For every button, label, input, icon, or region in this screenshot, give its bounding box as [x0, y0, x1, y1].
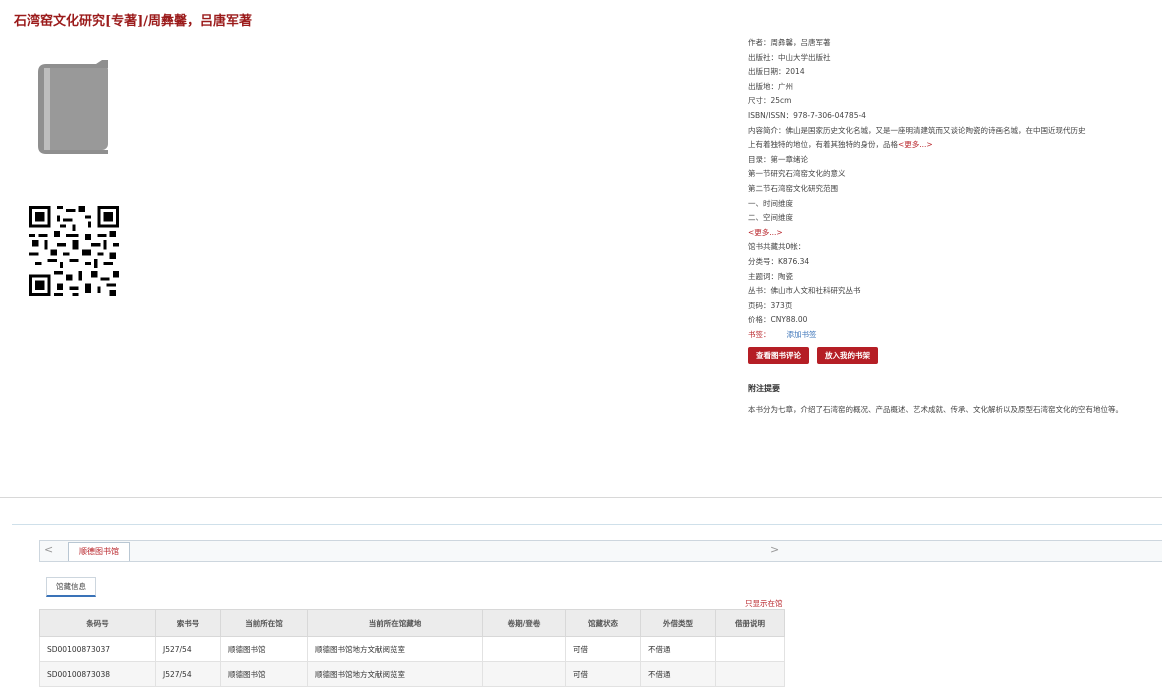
add-tag-link[interactable]: 添加书签 [787, 330, 817, 339]
table-row: SD00100873037 J527/54 顺德图书馆 顺德图书馆地方文献阅览室… [39, 636, 785, 662]
copies-field: 馆书共藏共0帐： [748, 242, 806, 252]
column-header: 当前所在馆 [220, 609, 308, 637]
location-cell: 顺德图书馆地方文献阅览室 [307, 636, 483, 662]
call-number-cell: J527/54 [155, 661, 221, 687]
action-buttons: 查看图书评论 放入我的书架 [748, 347, 1158, 365]
toc-item: 二、空间维度 [748, 213, 793, 223]
tags-label: 书签： [748, 329, 771, 339]
volume-cell [482, 661, 566, 687]
tab-holdings-info[interactable]: 馆藏信息 [46, 577, 96, 597]
tags-row: 书签： 添加书签 [748, 328, 1158, 343]
library-cell: 顺德图书馆 [220, 636, 308, 662]
loan-type-cell: 不借通 [640, 636, 716, 662]
column-header: 当前所在馆藏地 [307, 609, 483, 637]
summary-text: 上有着独特的地位，有着其独特的身份，品格 [748, 140, 898, 150]
author-field: 作者：周彝馨，吕唐军著 [748, 38, 831, 47]
toc-more-link[interactable]: <更多...> [748, 226, 1158, 241]
note-cell [715, 636, 785, 662]
call-number-cell: J527/54 [155, 636, 221, 662]
size-field: 尺寸：25cm [748, 96, 792, 106]
column-header: 条码号 [39, 609, 156, 637]
price-field: 价格：CNY88.00 [748, 315, 808, 325]
qr-code-icon [29, 206, 119, 296]
divider [0, 497, 1162, 498]
publisher-field: 出版社：中山大学出版社 [748, 52, 831, 62]
table-header-row: 条码号 索书号 当前所在馆 当前所在馆藏地 卷期/登卷 馆藏状态 外借类型 借册… [39, 609, 785, 637]
book-info-panel: 作者：周彝馨，吕唐军著 出版社：中山大学出版社 出版日期：2014 出版地：广州… [748, 36, 1158, 418]
tab-next-arrow[interactable]: > [770, 543, 779, 556]
barcode-cell: SD00100873037 [39, 636, 156, 662]
column-header: 外借类型 [640, 609, 716, 637]
column-header: 馆藏状态 [565, 609, 641, 637]
column-header: 借册说明 [715, 609, 785, 637]
library-cell: 顺德图书馆 [220, 661, 308, 687]
status-cell: 可借 [565, 636, 641, 662]
only-show-available-link[interactable]: 只显示在馆 [745, 598, 783, 609]
pub-place-field: 出版地：广州 [748, 81, 793, 91]
column-header: 索书号 [155, 609, 221, 637]
volume-cell [482, 636, 566, 662]
summary-line-2: 上有着独特的地位，有着其独特的身份，品格<更多...> [748, 138, 1158, 153]
pub-date-field: 出版日期：2014 [748, 67, 805, 77]
note-text: 本书分为七章，介绍了石湾窑的概况、产品概述、艺术成就、传承、文化解析以及原型石湾… [748, 405, 1123, 415]
pages-field: 页码：373页 [748, 300, 793, 310]
location-cell: 顺德图书馆地方文献阅览室 [307, 661, 483, 687]
toc-item: 第一节研究石湾窑文化的意义 [748, 169, 846, 179]
toc-item: 第二节石湾窑文化研究范围 [748, 183, 838, 193]
status-cell: 可借 [565, 661, 641, 687]
toc-label: 目录：第一章绪论 [748, 154, 808, 164]
isbn-field: ISBN/ISSN：978-7-306-04785-4 [748, 110, 866, 120]
summary-line-1: 内容简介：佛山是国家历史文化名城，又是一座明清建筑而又谈论陶瓷的诗画名城，在中国… [748, 125, 1086, 135]
series-field: 丛书：佛山市人文和社科研究丛书 [748, 286, 861, 296]
tab-shunde-library[interactable]: 顺德图书馆 [68, 542, 130, 561]
page-title: 石湾窑文化研究[专著]/周彝馨，吕唐军著 [14, 14, 253, 29]
barcode-cell: SD00100873038 [39, 661, 156, 687]
loan-type-cell: 不借通 [640, 661, 716, 687]
toc-item: 一、时间维度 [748, 198, 793, 208]
add-to-shelf-button[interactable]: 放入我的书架 [817, 347, 878, 365]
table-row: SD00100873038 J527/54 顺德图书馆 顺德图书馆地方文献阅览室… [39, 661, 785, 687]
note-title: 附注提要 [748, 384, 780, 394]
book-icon [38, 60, 108, 154]
note-cell [715, 661, 785, 687]
column-header: 卷期/登卷 [482, 609, 566, 637]
library-tab-bar: < 顺德图书馆 > [39, 540, 1162, 562]
subject-field: 主题词：陶瓷 [748, 271, 793, 281]
tab-prev-arrow[interactable]: < [44, 543, 53, 556]
summary-more-link[interactable]: <更多...> [898, 140, 933, 149]
view-reviews-button[interactable]: 查看图书评论 [748, 347, 809, 365]
holdings-table: 条码号 索书号 当前所在馆 当前所在馆藏地 卷期/登卷 馆藏状态 外借类型 借册… [39, 609, 785, 687]
class-no-field: 分类号：K876.34 [748, 256, 810, 266]
